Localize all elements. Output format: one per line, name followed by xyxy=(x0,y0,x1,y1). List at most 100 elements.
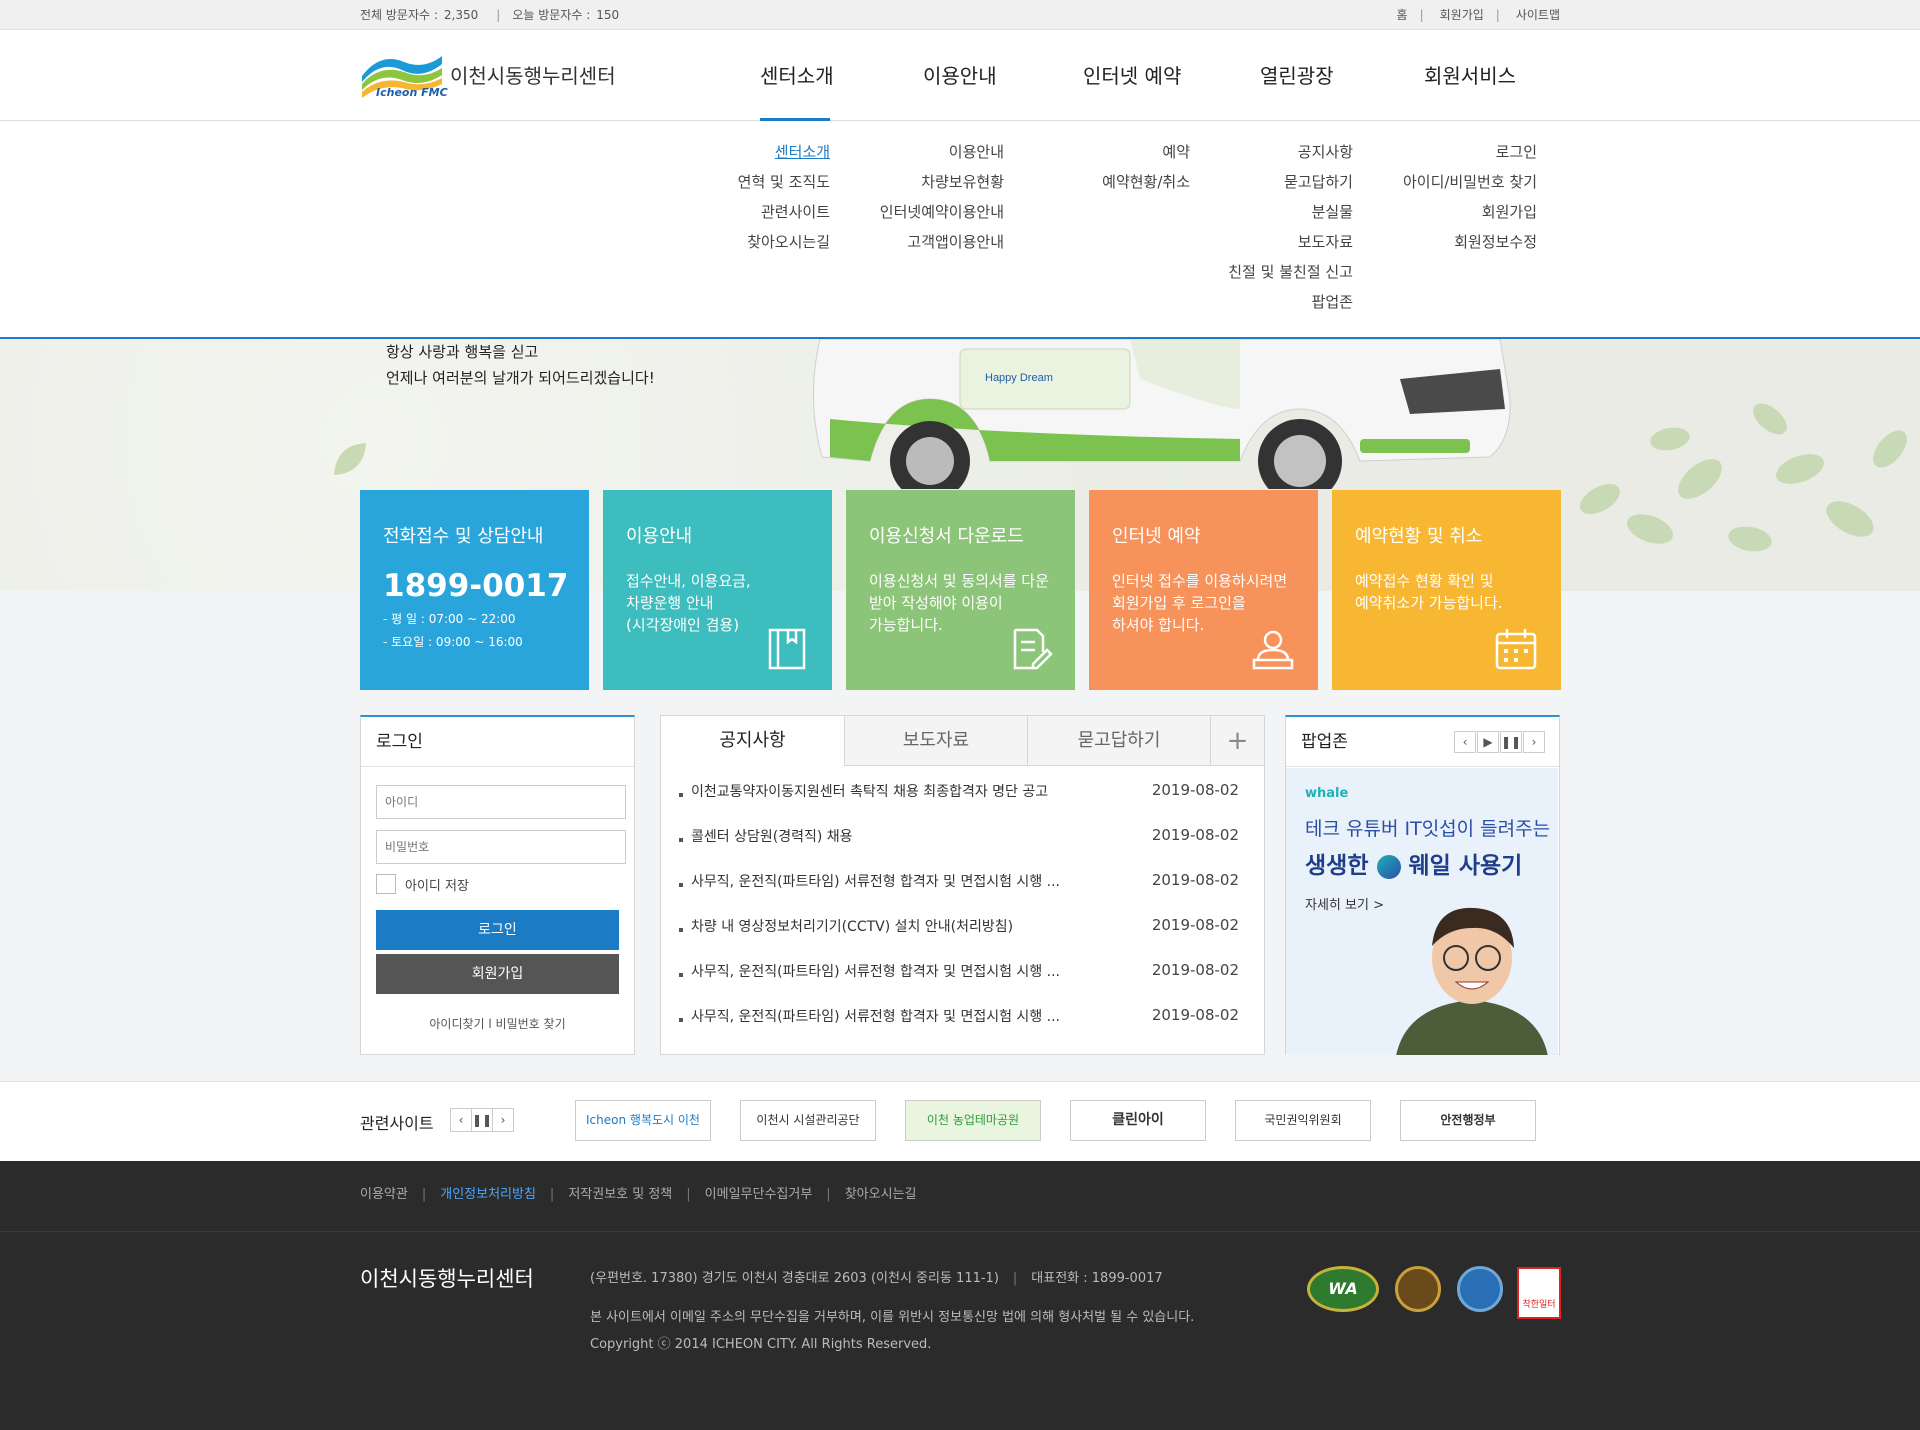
quick-phone-consult[interactable]: 전화접수 및 상담안내 1899-0017 - 평 일 : 07:00 ~ 22… xyxy=(360,490,589,690)
related-pause-icon[interactable]: ❚❚ xyxy=(471,1108,493,1132)
footer-email-notice: 본 사이트에서 이메일 주소의 무단수집을 거부하며, 이를 위반시 정보통신망… xyxy=(590,1310,1195,1325)
banner-acrc[interactable]: 국민권익위원회 xyxy=(1235,1100,1371,1141)
directions-link[interactable]: 찾아오시는길 xyxy=(845,1187,917,1202)
banner-icheon-city[interactable]: Icheon 행복도시 이천 xyxy=(575,1100,711,1141)
submenu-item[interactable]: 고객앱이용안내 xyxy=(880,227,1004,257)
submenu-item[interactable]: 공지사항 xyxy=(1228,137,1353,167)
related-sites-controls: ‹ ❚❚ › xyxy=(450,1108,514,1132)
nav-usage-guide[interactable]: 이용안내 xyxy=(923,60,997,89)
quick-internet-reservation[interactable]: 인터넷 예약 인터넷 접수를 이용하시려면 회원가입 후 로그인을 하셔야 합니다. xyxy=(1089,490,1318,690)
tab-press[interactable]: 보도자료 xyxy=(844,716,1027,766)
popup-headline-1: 테크 유튜버 IT잇섭이 들려주는 xyxy=(1305,818,1551,840)
notice-row[interactable]: 사무직, 운전직(파트타임) 서류전형 합격자 및 면접시험 시행 ... 201… xyxy=(679,961,1239,1006)
sitemap-link[interactable]: 사이트맵 xyxy=(1516,8,1560,22)
popup-more-link[interactable]: 자세히 보기 > xyxy=(1305,894,1384,913)
submenu-item[interactable]: 센터소개 xyxy=(738,137,830,167)
login-title: 로그인 xyxy=(361,717,634,767)
popup-banner[interactable]: whale 테크 유튜버 IT잇섭이 들려주는 생생한 웨일 사용기 자세히 보… xyxy=(1286,768,1558,1055)
submenu-item[interactable]: 차량보유현황 xyxy=(880,167,1004,197)
submenu-usage-guide: 이용안내 차량보유현황 인터넷예약이용안내 고객앱이용안내 xyxy=(880,137,1004,257)
popup-play-icon[interactable]: ▶ xyxy=(1477,731,1499,753)
submenu-item[interactable]: 아이디/비밀번호 찾기 xyxy=(1403,167,1537,197)
related-next-icon[interactable]: › xyxy=(492,1108,514,1132)
whale-logo-icon xyxy=(1376,854,1401,879)
submenu-item[interactable]: 예약현황/취소 xyxy=(1102,167,1190,197)
submenu-item[interactable]: 보도자료 xyxy=(1228,227,1353,257)
banner-mospa[interactable]: 안전행정부 xyxy=(1400,1100,1536,1141)
logo-korean-text: 이천시동행누리센터 xyxy=(450,64,616,88)
wlb-cert-icon xyxy=(1457,1266,1503,1312)
related-sites-label: 관련사이트 xyxy=(360,1114,434,1133)
nav-internet-reservation[interactable]: 인터넷 예약 xyxy=(1083,60,1181,89)
submenu-item[interactable]: 분실물 xyxy=(1228,197,1353,227)
banner-agri-park[interactable]: 이천 농업테마공원 xyxy=(905,1100,1041,1141)
join-button[interactable]: 회원가입 xyxy=(376,954,619,994)
submenu-reservation: 예약 예약현황/취소 xyxy=(1102,137,1190,197)
quick-guide-title: 이용안내 xyxy=(626,526,693,547)
user-monitor-icon xyxy=(1252,630,1294,670)
board-more-button[interactable]: + xyxy=(1210,716,1264,766)
submenu-item[interactable]: 찾아오시는길 xyxy=(738,227,830,257)
quick-phone-title: 전화접수 및 상담안내 xyxy=(383,526,544,547)
banner-clean-eye[interactable]: 클린아이 xyxy=(1070,1100,1206,1141)
home-link[interactable]: 홈 xyxy=(1397,8,1408,22)
quick-application-download[interactable]: 이용신청서 다운로드 이용신청서 및 동의서를 다운 받아 작성해야 이용이 가능합… xyxy=(846,490,1075,690)
tab-qna[interactable]: 묻고답하기 xyxy=(1027,716,1210,766)
car-badge-text: Happy Dream xyxy=(985,372,1053,384)
web-accessibility-cert-icon: WA xyxy=(1307,1266,1379,1312)
popup-headline-2: 생생한 웨일 사용기 xyxy=(1305,853,1523,879)
notice-list: 이천교통약자이동지원센터 촉탁직 채용 최종합격자 명단 공고 2019-08-0… xyxy=(679,781,1239,1051)
popup-pause-icon[interactable]: ❚❚ xyxy=(1500,731,1522,753)
terms-link[interactable]: 이용약관 xyxy=(360,1187,408,1202)
notice-row[interactable]: 사무직, 운전직(파트타임) 서류전형 합격자 및 면접시험 시행 ... 201… xyxy=(679,871,1239,916)
submenu-item[interactable]: 친절 및 불친절 신고 xyxy=(1228,257,1353,287)
privacy-policy-link[interactable]: 개인정보처리방침 xyxy=(440,1187,536,1202)
join-link[interactable]: 회원가입 xyxy=(1440,8,1484,22)
submenu-item[interactable]: 이용안내 xyxy=(880,137,1004,167)
login-button[interactable]: 로그인 xyxy=(376,910,619,950)
nav-open-square[interactable]: 열린광장 xyxy=(1260,60,1334,89)
family-friendly-cert-icon xyxy=(1395,1266,1441,1312)
submenu-item[interactable]: 로그인 xyxy=(1403,137,1537,167)
submenu-item[interactable]: 인터넷예약이용안내 xyxy=(880,197,1004,227)
saturday-hours: - 토요일 : 09:00 ~ 16:00 xyxy=(383,635,523,649)
calendar-icon xyxy=(1495,629,1537,670)
password-input[interactable] xyxy=(376,830,626,864)
weekday-hours: - 평 일 : 07:00 ~ 22:00 xyxy=(383,612,516,626)
document-edit-icon xyxy=(1013,628,1053,670)
popup-next-icon[interactable]: › xyxy=(1523,731,1545,753)
save-id-label: 아이디 저장 xyxy=(405,879,469,894)
submenu-item[interactable]: 연혁 및 조직도 xyxy=(738,167,830,197)
submenu-item[interactable]: 회원가입 xyxy=(1403,197,1537,227)
footer-copyright: Copyright ⓒ 2014 ICHEON CITY. All Rights… xyxy=(590,1337,932,1352)
leaf-decoration-icon xyxy=(334,443,366,475)
popup-prev-icon[interactable]: ‹ xyxy=(1454,731,1476,753)
banner-icheon-fmc[interactable]: 이천시 시설관리공단 xyxy=(740,1100,876,1141)
submenu-item[interactable]: 관련사이트 xyxy=(738,197,830,227)
notice-row[interactable]: 차량 내 영상정보처리기기(CCTV) 설치 안내(처리방침) 2019-08-0… xyxy=(679,916,1239,961)
related-prev-icon[interactable]: ‹ xyxy=(450,1108,472,1132)
slogan-line-2: 언제나 여러분의 날개가 되어드리겠습니다! xyxy=(386,369,655,387)
email-refusal-link[interactable]: 이메일무단수집거부 xyxy=(705,1187,813,1202)
nav-center-intro[interactable]: 센터소개 xyxy=(760,60,834,89)
popup-controls: ‹ ▶ ❚❚ › xyxy=(1453,731,1545,753)
submenu-item[interactable]: 팝업존 xyxy=(1228,287,1353,317)
submenu-item[interactable]: 묻고답하기 xyxy=(1228,167,1353,197)
submenu-item[interactable]: 예약 xyxy=(1102,137,1190,167)
notice-row[interactable]: 사무직, 운전직(파트타임) 서류전형 합격자 및 면접시험 시행 ... 201… xyxy=(679,1006,1239,1051)
notice-row[interactable]: 이천교통약자이동지원센터 촉탁직 채용 최종합격자 명단 공고 2019-08-0… xyxy=(679,781,1239,826)
quick-usage-guide[interactable]: 이용안내 접수안내, 이용요금, 차량운행 안내 (시각장애인 겸용) xyxy=(603,490,832,690)
user-id-input[interactable] xyxy=(376,785,626,819)
save-id-checkbox[interactable] xyxy=(376,874,396,894)
quick-status-desc: 예약접수 현황 확인 및 예약취소가 가능합니다. xyxy=(1355,572,1503,612)
find-id-password-link[interactable]: 아이디찾기 l 비밀번호 찾기 xyxy=(361,1015,634,1032)
copyright-policy-link[interactable]: 저작권보호 및 정책 xyxy=(568,1187,672,1202)
submenu-item[interactable]: 회원정보수정 xyxy=(1403,227,1537,257)
notice-row[interactable]: 콜센터 상담원(경력직) 채용 2019-08-02 xyxy=(679,826,1239,871)
site-logo[interactable]: Icheon FMC 이천시동행누리센터 xyxy=(360,48,660,104)
footer-links-bar: 이용약관 | 개인정보처리방침 | 저작권보호 및 정책 | 이메일무단수집거부 | 찾아오시는… xyxy=(0,1161,1920,1232)
footer-org-name: 이천시동행누리센터 xyxy=(360,1267,534,1291)
nav-member-service[interactable]: 회원서비스 xyxy=(1424,60,1516,89)
tab-notice[interactable]: 공지사항 xyxy=(661,716,844,766)
quick-reservation-status[interactable]: 예약현황 및 취소 예약접수 현황 확인 및 예약취소가 가능합니다. xyxy=(1332,490,1561,690)
